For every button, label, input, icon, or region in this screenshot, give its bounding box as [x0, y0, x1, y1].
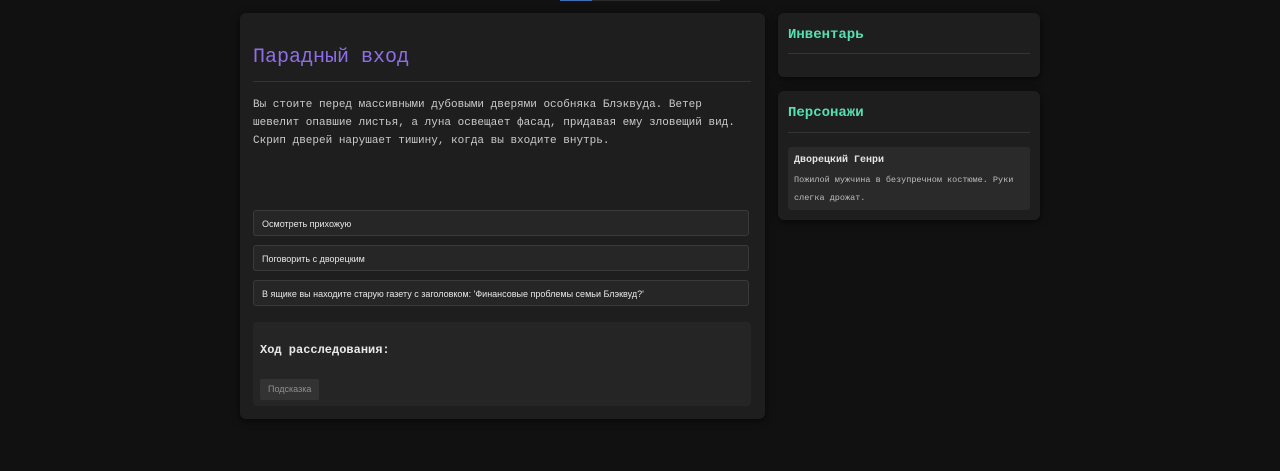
choice-button-2[interactable]: Поговорить с дворецким — [253, 245, 749, 271]
characters-divider — [788, 132, 1030, 133]
choice-button-1[interactable]: Осмотреть прихожую — [253, 210, 749, 236]
investigation-progress: Ход расследования: Подсказка — [253, 322, 751, 406]
investigation-title: Ход расследования: — [260, 343, 390, 357]
scene-description: Вы стоите перед массивными дубовыми двер… — [253, 99, 735, 147]
top-progress-bar-fill — [560, 0, 592, 1]
choice-button-3[interactable]: В ящике вы находите старую газету с заго… — [253, 280, 749, 306]
characters-title: Персонажи — [788, 105, 864, 121]
hint-button[interactable]: Подсказка — [260, 379, 320, 400]
inventory-title: Инвентарь — [788, 27, 864, 43]
top-progress-bar — [560, 0, 720, 1]
character-name: Дворецкий Генри — [794, 155, 885, 166]
character-card[interactable]: Дворецкий Генри Пожилой мужчина в безупр… — [788, 147, 1030, 210]
inventory-panel: Инвентарь — [778, 13, 1040, 77]
character-description: Пожилой мужчина в безупречном костюме. Р… — [794, 175, 1014, 203]
scene-panel: Парадный вход Вы стоите перед массивными… — [240, 13, 765, 419]
scene-title-divider — [253, 81, 751, 82]
scene-title: Парадный вход — [253, 46, 410, 69]
characters-panel: Персонажи Дворецкий Генри Пожилой мужчин… — [778, 91, 1040, 220]
inventory-divider — [788, 53, 1030, 54]
